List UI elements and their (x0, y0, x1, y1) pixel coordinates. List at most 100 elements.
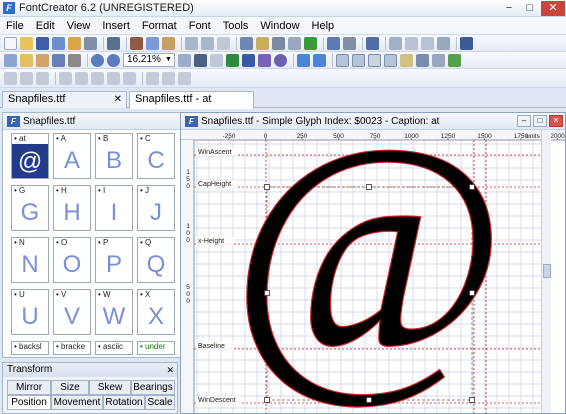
glyph-cell[interactable]: • at @ (11, 133, 49, 179)
tab-movement[interactable]: Movement (51, 395, 103, 410)
vertical-scrollbar[interactable] (541, 130, 551, 413)
outline-icon[interactable] (416, 53, 429, 67)
glyph-cell[interactable]: • C C (137, 133, 175, 179)
tab-scale[interactable]: Scale (145, 395, 175, 410)
glyph-outline[interactable]: @ (230, 130, 507, 413)
maximize-button[interactable]: □ (520, 1, 540, 16)
glyph-cell[interactable]: • backsl (11, 341, 49, 355)
snap-icon[interactable] (384, 53, 397, 67)
glyph-cell[interactable]: • JJ (137, 185, 175, 231)
contour-icon[interactable] (210, 53, 223, 67)
menu-help[interactable]: Help (306, 20, 341, 32)
resize-handle[interactable] (264, 290, 270, 296)
brush-icon[interactable] (405, 36, 418, 50)
glyph-cell[interactable]: • W W (95, 289, 133, 335)
menu-edit[interactable]: Edit (30, 20, 61, 32)
grid-select-icon[interactable] (4, 53, 17, 67)
glyph-cell[interactable]: • V V (53, 289, 91, 335)
resize-handle[interactable] (469, 397, 475, 403)
glyph-cell[interactable]: • Q Q (137, 237, 175, 283)
tab-glyph-editor[interactable]: Snapfiles.ttf - at (129, 91, 254, 109)
validate-icon[interactable] (304, 36, 317, 50)
tab-mirror[interactable]: Mirror (7, 380, 51, 395)
menu-view[interactable]: View (61, 20, 97, 32)
show-guides-icon[interactable] (352, 53, 365, 67)
first-glyph-icon[interactable] (75, 71, 88, 85)
tools-icon[interactable] (421, 36, 434, 50)
zoom-select[interactable]: 16.21% ▼ (123, 53, 175, 67)
show-metrics-icon[interactable] (368, 53, 381, 67)
new-icon[interactable] (4, 36, 17, 50)
node-icon[interactable] (297, 53, 310, 67)
tab-skew[interactable]: Skew (89, 380, 131, 395)
zoom-in-icon[interactable] (91, 53, 104, 67)
cut-icon[interactable] (130, 36, 143, 50)
glyph-props-icon[interactable] (240, 36, 253, 50)
find-icon[interactable] (107, 36, 120, 50)
resize-handle[interactable] (469, 184, 475, 190)
insert-char-icon[interactable] (256, 36, 269, 50)
align-center-icon[interactable] (20, 71, 33, 85)
distribute-icon[interactable] (59, 71, 72, 85)
tab-position[interactable]: Position (7, 395, 51, 410)
rotate-icon[interactable] (162, 71, 175, 85)
resize-handle[interactable] (366, 397, 372, 403)
knife-icon[interactable] (68, 53, 81, 67)
glyph-cell[interactable]: • under (137, 341, 175, 355)
resize-handle[interactable] (366, 184, 372, 190)
nodes-icon[interactable] (448, 53, 461, 67)
refresh-icon[interactable] (217, 36, 230, 50)
glyph-cell[interactable]: • asciic (95, 341, 133, 355)
redo-icon[interactable] (201, 36, 214, 50)
resize-handle[interactable] (264, 184, 270, 190)
format-icon[interactable] (288, 36, 301, 50)
align-left-icon[interactable] (4, 71, 17, 85)
editor-minimize-button[interactable]: – (517, 115, 531, 127)
minimize-button[interactable]: − (499, 1, 519, 16)
curve-icon[interactable] (242, 53, 255, 67)
tab-size[interactable]: Size (51, 380, 89, 395)
menu-format[interactable]: Format (136, 20, 183, 32)
glyph-cell[interactable]: • H H (53, 185, 91, 231)
options-icon[interactable] (437, 36, 450, 50)
lasso-icon[interactable] (20, 53, 33, 67)
glyph-cell[interactable]: • P P (95, 237, 133, 283)
hints-icon[interactable] (400, 53, 413, 67)
tab-bearings[interactable]: Bearings (131, 380, 175, 395)
last-glyph-icon[interactable] (123, 71, 136, 85)
tab-font-overview[interactable]: Snapfiles.ttf ✕ (2, 91, 127, 108)
next-glyph-icon[interactable] (107, 71, 120, 85)
glyph-cell[interactable]: • A A (53, 133, 91, 179)
menu-insert[interactable]: Insert (96, 20, 136, 32)
text-icon[interactable] (272, 36, 285, 50)
test-icon[interactable] (343, 36, 356, 50)
close-icon[interactable]: ✕ (114, 92, 122, 107)
prev-glyph-icon[interactable] (91, 71, 104, 85)
pen-icon[interactable] (389, 36, 402, 50)
close-icon[interactable]: ✕ (166, 363, 174, 377)
calendar-icon[interactable] (366, 36, 379, 50)
paste-icon[interactable] (162, 36, 175, 50)
properties-icon[interactable] (68, 36, 81, 50)
save-icon[interactable] (36, 36, 49, 50)
zoom-out-icon[interactable] (107, 53, 120, 67)
glyph-cell[interactable]: • bracke (53, 341, 91, 355)
resize-handle[interactable] (264, 397, 270, 403)
glyph-canvas-svg[interactable]: -2500250500750100012501500175020002250un… (181, 130, 565, 413)
fit-icon[interactable] (178, 53, 191, 67)
menu-window[interactable]: Window (254, 20, 305, 32)
glyph-cell[interactable]: • X X (137, 289, 175, 335)
glyph-cell[interactable]: • N N (11, 237, 49, 283)
extra-icon[interactable] (460, 36, 473, 50)
chevron-down-icon[interactable]: ▼ (164, 55, 173, 65)
save-all-icon[interactable] (52, 36, 65, 50)
tab-rotation[interactable]: Rotation (103, 395, 145, 410)
resize-handle[interactable] (469, 290, 475, 296)
glyph-cell[interactable]: • G G (11, 185, 49, 231)
align-right-icon[interactable] (36, 71, 49, 85)
undo-icon[interactable] (185, 36, 198, 50)
fill-icon[interactable] (432, 53, 445, 67)
pencil-icon[interactable] (52, 53, 65, 67)
menu-file[interactable]: File (0, 20, 30, 32)
menu-tools[interactable]: Tools (217, 20, 255, 32)
